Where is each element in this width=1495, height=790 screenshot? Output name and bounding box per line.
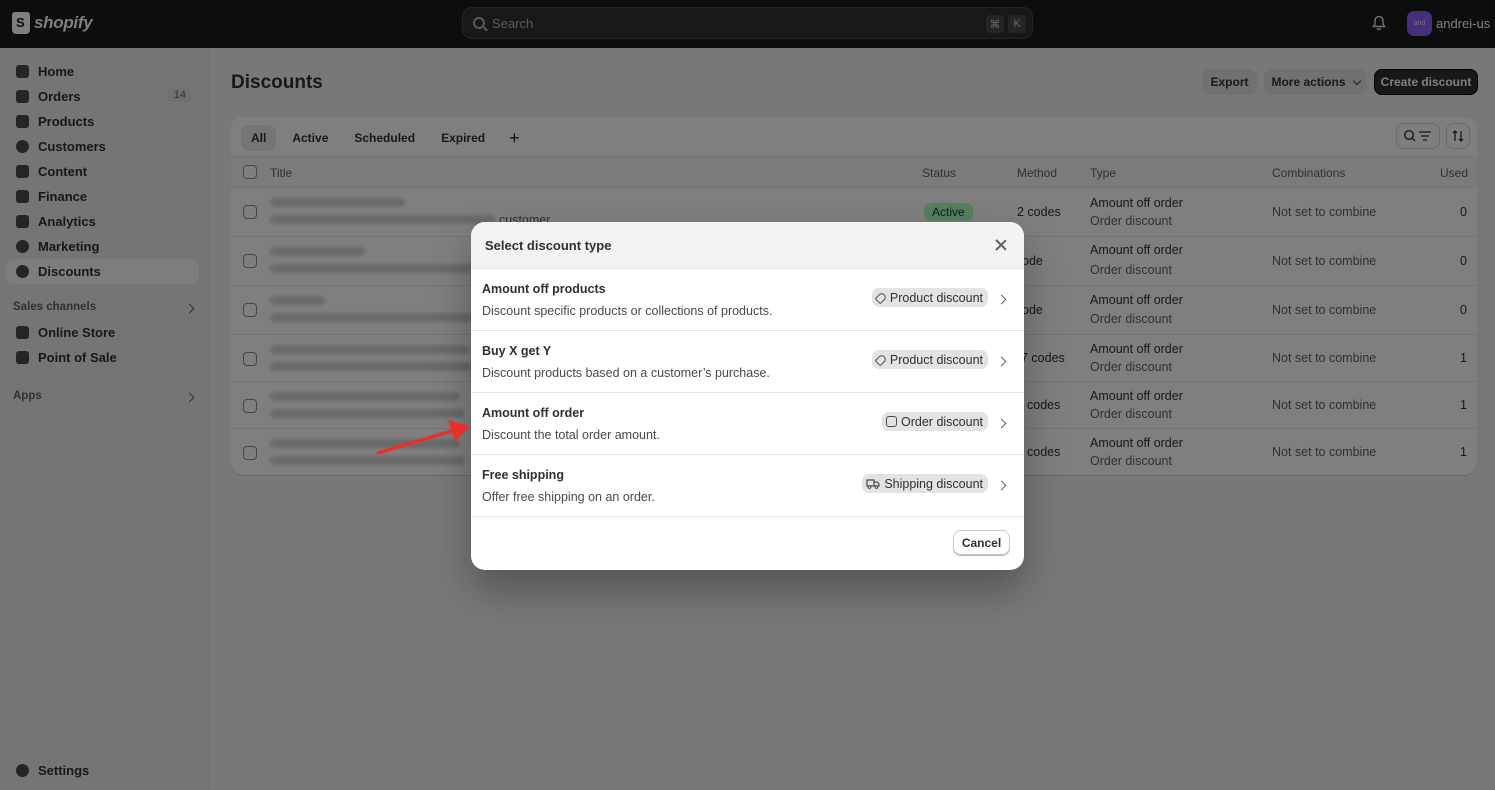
select-discount-type-modal: Select discount type Amount off products… bbox=[471, 222, 1024, 570]
chevron-right-icon bbox=[996, 294, 1007, 305]
product-discount-tag: Product discount bbox=[871, 288, 988, 307]
close-icon[interactable] bbox=[995, 239, 1007, 251]
product-discount-tag: Product discount bbox=[871, 350, 988, 369]
order-discount-tag: Order discount bbox=[882, 412, 988, 431]
chevron-right-icon bbox=[996, 356, 1007, 367]
modal-header: Select discount type bbox=[471, 222, 1024, 269]
cancel-button[interactable]: Cancel bbox=[953, 530, 1010, 555]
option-title: Amount off products bbox=[482, 282, 606, 296]
option-buy-x-get-y[interactable]: Buy X get Y Discount products based on a… bbox=[471, 331, 1024, 393]
option-amount-off-products[interactable]: Amount off products Discount specific pr… bbox=[471, 269, 1024, 331]
option-free-shipping[interactable]: Free shipping Offer free shipping on an … bbox=[471, 455, 1024, 517]
tag-icon bbox=[874, 353, 888, 366]
shipping-discount-tag: Shipping discount bbox=[862, 474, 988, 493]
option-description: Discount products based on a customer’s … bbox=[482, 366, 770, 380]
option-amount-off-order[interactable]: Amount off order Discount the total orde… bbox=[471, 393, 1024, 455]
option-description: Discount specific products or collection… bbox=[482, 304, 773, 318]
tag-label: Shipping discount bbox=[884, 476, 983, 491]
chevron-right-icon bbox=[996, 480, 1007, 491]
tag-icon bbox=[874, 291, 888, 304]
modal-title: Select discount type bbox=[485, 238, 612, 253]
chevron-right-icon bbox=[996, 418, 1007, 429]
cart-icon bbox=[886, 416, 898, 427]
tag-label: Product discount bbox=[889, 352, 983, 367]
option-description: Offer free shipping on an order. bbox=[482, 490, 655, 504]
option-title: Free shipping bbox=[482, 468, 564, 482]
annotation-arrow-icon bbox=[376, 420, 470, 455]
truck-icon bbox=[866, 479, 880, 489]
option-description: Discount the total order amount. bbox=[482, 428, 660, 442]
option-title: Buy X get Y bbox=[482, 344, 552, 358]
tag-label: Product discount bbox=[889, 290, 983, 305]
option-title: Amount off order bbox=[482, 406, 585, 420]
tag-label: Order discount bbox=[901, 414, 983, 429]
